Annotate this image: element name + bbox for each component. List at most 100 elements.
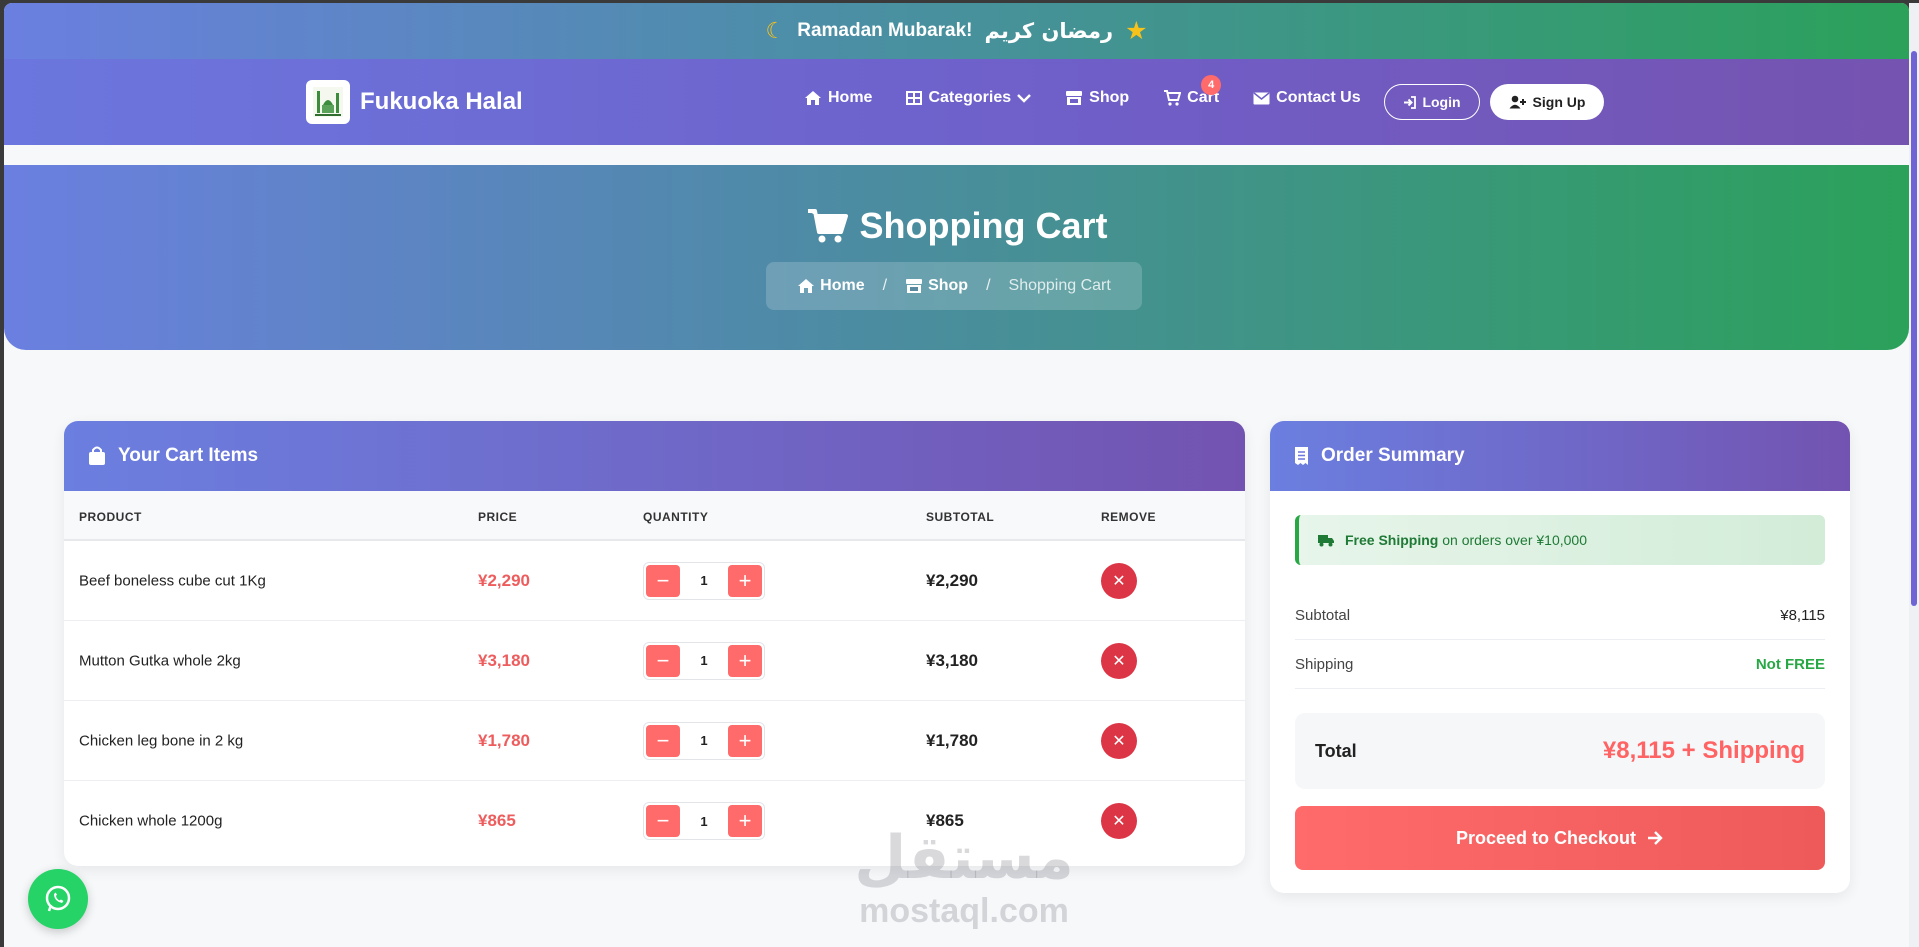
quantity-input[interactable]: 1	[684, 814, 724, 829]
breadcrumb-shop[interactable]: Shop	[905, 277, 968, 295]
product-name: Mutton Gutka whole 2kg	[79, 652, 241, 669]
summary-card-header: Order Summary	[1270, 421, 1850, 491]
nav-contact[interactable]: Contact Us	[1253, 89, 1361, 107]
summary-subtotal-row: Subtotal ¥8,115	[1295, 591, 1825, 640]
column-subtotal: SUBTOTAL	[926, 510, 995, 524]
increase-button[interactable]: +	[728, 564, 762, 597]
breadcrumb-shop-label: Shop	[928, 277, 969, 294]
announcement-bar: ☾ Ramadan Mubarak! رمضان كريم ★	[4, 3, 1909, 59]
cart-icon	[807, 209, 848, 243]
cart-card-title: Your Cart Items	[118, 445, 259, 466]
home-icon	[805, 91, 821, 105]
total-label: Total	[1315, 740, 1357, 761]
sign-in-icon	[1404, 95, 1417, 109]
total-value: ¥8,115 + Shipping	[1602, 737, 1805, 764]
order-summary-card: Order Summary Free Shipping on orders ov…	[1270, 421, 1850, 893]
mosque-logo	[306, 80, 350, 124]
login-button[interactable]: Login	[1384, 84, 1480, 120]
summary-shipping-row: Shipping Not FREE	[1295, 640, 1825, 689]
receipt-icon	[1295, 447, 1308, 465]
watermark-latin: mostaql.com	[859, 892, 1069, 930]
signup-label: Sign Up	[1532, 94, 1586, 110]
decrease-button[interactable]: −	[646, 805, 680, 837]
close-icon: ✕	[1112, 813, 1126, 830]
nav-cart[interactable]: Cart 4	[1163, 75, 1222, 107]
brand-link[interactable]: Fukuoka Halal	[306, 80, 523, 124]
column-remove: REMOVE	[1101, 510, 1157, 524]
increase-button[interactable]: +	[728, 805, 762, 837]
breadcrumb-home[interactable]: Home	[797, 277, 865, 295]
breadcrumb-current: Shopping Cart	[1008, 277, 1111, 294]
summary-subtotal-value: ¥8,115	[1780, 606, 1825, 624]
quantity-stepper: − 1 +	[643, 641, 765, 680]
decrease-button[interactable]: −	[646, 724, 680, 757]
summary-shipping-value: Not FREE	[1755, 655, 1825, 673]
increase-button[interactable]: +	[728, 644, 762, 677]
store-icon	[1066, 91, 1083, 105]
quantity-stepper: − 1 +	[643, 802, 765, 840]
grid-icon	[906, 91, 923, 105]
free-shipping-rest: on orders over ¥10,000	[1442, 532, 1587, 548]
page-hero: Shopping Cart Home / Shop / Shopping Car…	[4, 165, 1909, 350]
product-price: ¥1,780	[478, 730, 530, 750]
column-price: PRICE	[478, 510, 518, 524]
nav-shop[interactable]: Shop	[1065, 89, 1129, 107]
cart-card-header: Your Cart Items	[64, 421, 1245, 491]
home-icon	[798, 279, 815, 293]
remove-button[interactable]: ✕	[1101, 642, 1137, 679]
close-icon: ✕	[1112, 652, 1126, 670]
product-name: Chicken leg bone in 2 kg	[79, 732, 244, 749]
decrease-button[interactable]: −	[646, 564, 680, 597]
page-title-text: Shopping Cart	[859, 205, 1108, 246]
main-nav: Home Categories Shop Cart 4 Contact Us	[804, 75, 1361, 107]
breadcrumb-separator: /	[882, 277, 888, 294]
envelope-icon	[1253, 91, 1270, 104]
remove-button[interactable]: ✕	[1101, 722, 1137, 759]
table-row: Mutton Gutka whole 2kg ¥3,180 − 1 + ¥3,1…	[64, 621, 1245, 701]
checkout-button[interactable]: Proceed to Checkout	[1295, 806, 1825, 870]
truck-icon	[1318, 535, 1334, 547]
nav-shop-label: Shop	[1089, 89, 1130, 106]
store-icon	[906, 279, 923, 293]
summary-shipping-label: Shipping	[1295, 655, 1354, 673]
chevron-down-icon	[1017, 94, 1032, 103]
remove-button[interactable]: ✕	[1101, 562, 1137, 599]
row-subtotal: ¥2,290	[926, 570, 978, 590]
product-price: ¥3,180	[478, 650, 530, 670]
whatsapp-icon	[45, 885, 71, 912]
quantity-stepper: − 1 +	[643, 561, 765, 600]
decrease-button[interactable]: −	[646, 644, 680, 677]
shopping-bag-icon	[89, 446, 105, 465]
row-subtotal: ¥3,180	[926, 650, 978, 670]
arrow-right-icon	[1648, 831, 1663, 845]
table-row: Chicken leg bone in 2 kg ¥1,780 − 1 + ¥1…	[64, 701, 1245, 781]
scrollbar-thumb[interactable]	[1911, 51, 1917, 606]
free-shipping-bold: Free Shipping	[1345, 532, 1439, 548]
quantity-input[interactable]: 1	[684, 573, 724, 588]
checkout-label: Proceed to Checkout	[1455, 827, 1637, 848]
product-name: Chicken whole 1200g	[79, 812, 223, 830]
product-price: ¥2,290	[478, 570, 530, 590]
remove-button[interactable]: ✕	[1101, 803, 1137, 839]
increase-button[interactable]: +	[728, 724, 762, 757]
announcement-text-ar: رمضان كريم	[984, 19, 1114, 43]
nav-home-label: Home	[828, 89, 873, 106]
close-icon: ✕	[1112, 732, 1126, 750]
summary-total: Total ¥8,115 + Shipping	[1295, 713, 1825, 789]
page-title: Shopping Cart	[4, 205, 1909, 247]
free-shipping-notice: Free Shipping on orders over ¥10,000	[1295, 515, 1825, 565]
user-plus-icon	[1509, 95, 1526, 109]
nav-spacer	[4, 145, 1909, 165]
page-scrollbar[interactable]	[1909, 3, 1919, 947]
quantity-input[interactable]: 1	[684, 653, 724, 668]
row-subtotal: ¥1,780	[926, 730, 978, 750]
signup-button[interactable]: Sign Up	[1490, 84, 1604, 120]
nav-home[interactable]: Home	[804, 89, 872, 107]
whatsapp-button[interactable]	[28, 869, 88, 929]
cart-icon	[1164, 90, 1182, 106]
quantity-input[interactable]: 1	[684, 733, 724, 748]
close-icon: ✕	[1112, 572, 1126, 590]
nav-categories[interactable]: Categories	[906, 89, 1032, 107]
quantity-stepper: − 1 +	[643, 721, 765, 760]
nav-contact-label: Contact Us	[1276, 89, 1361, 106]
